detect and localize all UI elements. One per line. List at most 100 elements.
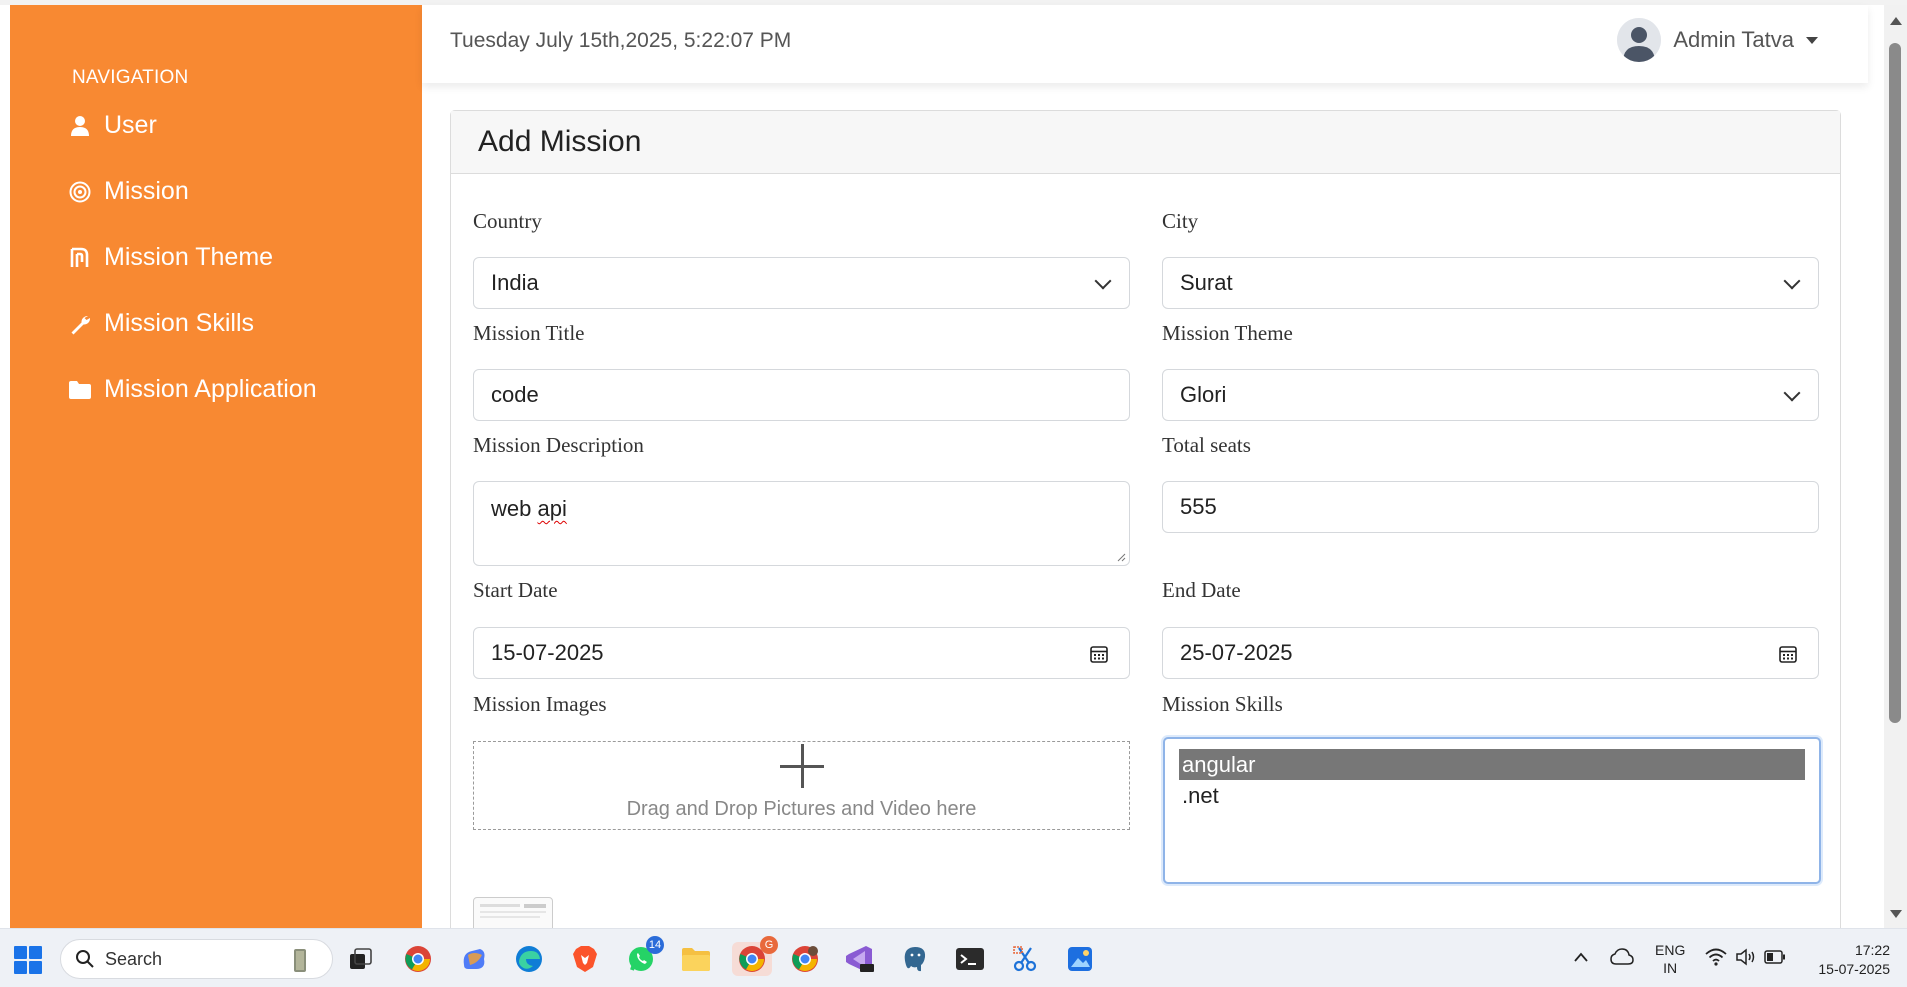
photos-icon[interactable] — [1063, 942, 1097, 976]
page-scrollbar[interactable] — [1884, 5, 1907, 928]
total-seats-input[interactable]: 555 — [1162, 481, 1819, 533]
sidebar-item-label: Mission Application — [104, 375, 317, 403]
description-text-misspelled: api — [537, 496, 567, 521]
user-name: Admin Tatva — [1673, 27, 1794, 52]
cloud-icon[interactable] — [1610, 948, 1634, 966]
add-mission-card: Add Mission Country India City Surat Mis… — [450, 110, 1841, 940]
file-explorer-icon[interactable] — [679, 942, 713, 976]
windows-start-icon[interactable] — [14, 946, 42, 974]
chevron-down-icon — [1806, 36, 1818, 44]
target-icon — [68, 180, 92, 204]
user-icon — [68, 114, 92, 138]
calendar-icon[interactable] — [1089, 644, 1109, 664]
sidebar-item-user[interactable]: User — [68, 111, 157, 140]
scroll-down-icon[interactable] — [1890, 910, 1902, 918]
total-seats-value: 555 — [1180, 494, 1217, 519]
mission-skills-label: Mission Skills — [1162, 692, 1283, 716]
chrome-profile-icon[interactable]: G — [732, 936, 778, 976]
description-text: web — [491, 496, 538, 521]
end-date-value: 25-07-2025 — [1180, 640, 1293, 665]
sidebar-item-label: Mission Theme — [104, 243, 274, 271]
card-header: Add Mission — [451, 111, 1840, 174]
country-label: Country — [473, 209, 542, 233]
image-dropzone[interactable]: Drag and Drop Pictures and Video here — [473, 741, 1130, 830]
windows-taskbar: Search 14 G ENG IN 17:22 15-07-2025 — [0, 928, 1907, 987]
skill-option[interactable]: angular — [1179, 749, 1805, 780]
sidebar: NAVIGATION User Mission Mission Theme Mi… — [10, 5, 422, 928]
city-value: Surat — [1180, 270, 1233, 295]
search-label: Search — [105, 948, 163, 969]
calendar-icon[interactable] — [1778, 644, 1798, 664]
scroll-up-icon[interactable] — [1890, 17, 1902, 25]
folder-icon — [68, 378, 92, 402]
snipping-tool-icon[interactable] — [1008, 942, 1042, 976]
search-highlight-icon — [294, 949, 306, 972]
mission-description-textarea[interactable]: web api — [473, 481, 1130, 566]
mission-description-label: Mission Description — [473, 433, 644, 457]
chrome-second-profile-icon[interactable] — [788, 942, 822, 976]
volume-icon[interactable] — [1735, 948, 1757, 966]
end-date-label: End Date — [1162, 578, 1241, 602]
sidebar-item-mission-skills[interactable]: Mission Skills — [68, 309, 254, 338]
mission-title-label: Mission Title — [473, 321, 585, 345]
wrench-icon — [68, 312, 92, 336]
mission-description-value: web api — [491, 496, 567, 522]
top-header: Tuesday July 15th,2025, 5:22:07 PM Admin… — [422, 5, 1868, 83]
mission-title-input[interactable]: code — [473, 369, 1130, 421]
mission-title-value: code — [491, 382, 539, 407]
whatsapp-badge: 14 — [646, 936, 664, 954]
start-date-label: Start Date — [473, 578, 558, 602]
clock-date: 15-07-2025 — [1818, 961, 1890, 977]
mission-theme-label: Mission Theme — [1162, 321, 1293, 345]
edge-icon[interactable] — [512, 942, 546, 976]
mission-theme-value: Glori — [1180, 382, 1227, 407]
sidebar-item-mission[interactable]: Mission — [68, 177, 189, 206]
task-view-icon[interactable] — [344, 942, 378, 976]
city-label: City — [1162, 209, 1199, 233]
chrome-icon[interactable] — [401, 942, 435, 976]
mission-skills-multiselect[interactable]: angular .net — [1163, 737, 1821, 884]
language-code: ENG — [1655, 942, 1686, 958]
whatsapp-icon[interactable]: 14 — [624, 936, 664, 976]
start-date-value: 15-07-2025 — [491, 640, 604, 665]
resize-handle-icon[interactable] — [1116, 552, 1126, 562]
mission-images-label: Mission Images — [473, 692, 607, 716]
sidebar-item-mission-application[interactable]: Mission Application — [68, 375, 317, 404]
sidebar-item-label: User — [104, 111, 157, 139]
clock-time: 17:22 — [1854, 942, 1890, 958]
chrome-profile-badge: G — [760, 936, 778, 954]
mission-theme-select[interactable]: Glori — [1162, 369, 1819, 421]
scrollbar-thumb[interactable] — [1889, 43, 1901, 723]
start-date-input[interactable]: 15-07-2025 — [473, 627, 1130, 679]
language-indicator[interactable]: ENG IN — [1655, 941, 1685, 977]
country-value: India — [491, 270, 539, 295]
sidebar-item-label: Mission Skills — [104, 309, 255, 337]
terminal-icon[interactable] — [953, 942, 987, 976]
city-select[interactable]: Surat — [1162, 257, 1819, 309]
copilot-icon[interactable] — [457, 942, 491, 976]
end-date-input[interactable]: 25-07-2025 — [1162, 627, 1819, 679]
skill-option[interactable]: .net — [1179, 780, 1805, 811]
sidebar-item-label: Mission — [104, 177, 189, 205]
taskbar-search[interactable]: Search — [60, 939, 333, 979]
sidebar-item-mission-theme[interactable]: Mission Theme — [68, 243, 273, 272]
nav-heading: NAVIGATION — [72, 67, 189, 88]
brave-icon[interactable] — [568, 942, 602, 976]
total-seats-label: Total seats — [1162, 433, 1251, 457]
page-left-edge — [0, 5, 10, 928]
dropzone-text: Drag and Drop Pictures and Video here — [626, 798, 977, 820]
battery-icon[interactable] — [1764, 950, 1786, 964]
chevron-up-icon[interactable] — [1573, 951, 1589, 963]
user-menu-dropdown[interactable]: Admin Tatva — [1617, 18, 1818, 62]
plus-icon — [779, 744, 824, 788]
avatar — [1617, 18, 1662, 62]
search-icon — [76, 950, 94, 968]
page-title: Add Mission — [478, 125, 642, 158]
taskbar-clock[interactable]: 17:22 15-07-2025 — [1800, 941, 1890, 979]
region-code: IN — [1663, 960, 1678, 976]
theme-icon — [68, 246, 92, 270]
visual-studio-preview-icon[interactable] — [843, 942, 877, 976]
wifi-icon[interactable] — [1705, 948, 1727, 966]
postgresql-icon[interactable] — [898, 942, 932, 976]
country-select[interactable]: India — [473, 257, 1130, 309]
